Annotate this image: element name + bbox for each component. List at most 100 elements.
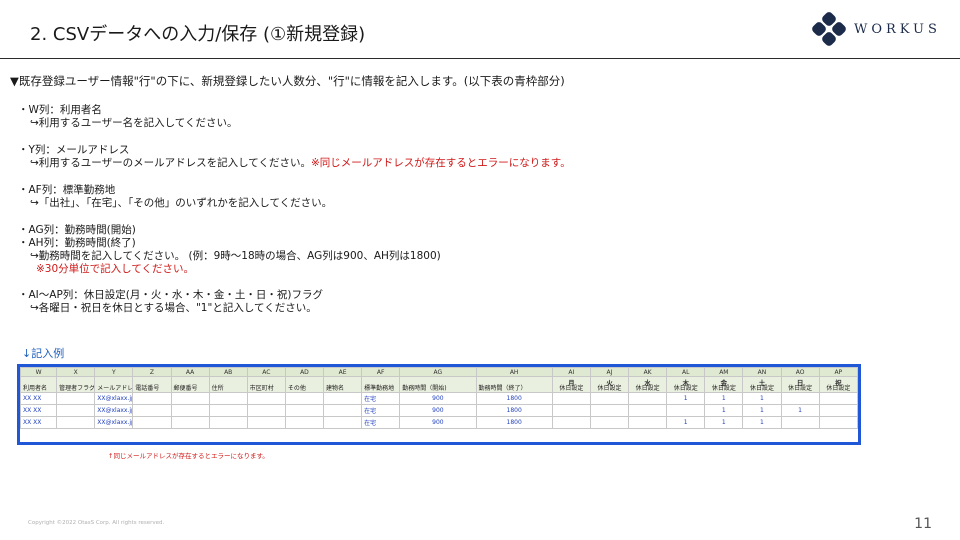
section-y: ・Y列：メールアドレス ↪利用するユーザーのメールアドレスを記入してください。※… (18, 144, 571, 170)
table-cell[interactable]: 1 (780, 404, 820, 417)
column-letter: AA (170, 367, 210, 377)
table-cell[interactable] (284, 404, 325, 417)
title-divider (0, 58, 960, 59)
copyright: Copyright ©2022 OtasS Corp. All rights r… (28, 520, 165, 526)
table-cell[interactable]: 1800 (475, 392, 553, 405)
header-cell: 市区町村 (246, 376, 286, 393)
table-cell[interactable] (818, 404, 858, 417)
table-cell[interactable]: 1 (704, 416, 744, 429)
table-cell[interactable] (551, 392, 591, 405)
table-cell[interactable] (666, 404, 706, 417)
table-cell[interactable] (208, 392, 248, 405)
table-cell[interactable] (284, 416, 325, 429)
table-cell[interactable] (780, 392, 820, 405)
table-cell[interactable] (628, 404, 668, 417)
table-cell[interactable] (132, 392, 172, 405)
header-label: 管理者フラグ (59, 385, 95, 392)
section-y-desc: ↪利用するユーザーのメールアドレスを記入してください。 (30, 157, 311, 169)
column-letter: AO (780, 367, 820, 377)
table-cell[interactable]: 在宅 (361, 416, 401, 429)
column-letter: AM (704, 367, 744, 377)
table-cell[interactable]: 1 (666, 392, 706, 405)
table-cell[interactable] (208, 404, 248, 417)
table-cell[interactable] (589, 392, 630, 405)
day-label: 火 (606, 379, 613, 387)
header-label: 建物名 (326, 385, 345, 392)
header-label: 勤務時間（開始) (402, 385, 447, 392)
table-cell[interactable] (818, 416, 858, 429)
table-cell[interactable]: 900 (399, 404, 477, 417)
duplicate-email-note: ↑同じメールアドレスが存在するとエラーになります。 (108, 452, 269, 460)
table-cell[interactable] (322, 392, 363, 405)
table-cell[interactable]: 1 (704, 404, 744, 417)
table-cell[interactable]: XX XX (20, 416, 58, 429)
table-cell[interactable]: 900 (399, 392, 477, 405)
table-cell[interactable]: 在宅 (361, 404, 401, 417)
column-letter: AH (475, 367, 553, 377)
table-cell[interactable]: XX@xlaxx.jp (94, 392, 134, 405)
table-cell[interactable] (780, 416, 820, 429)
table-cell[interactable] (818, 392, 858, 405)
table-cell[interactable] (56, 392, 96, 405)
header-label: メールアドレス (97, 385, 133, 392)
table-cell[interactable]: 1800 (475, 416, 553, 429)
table-cell[interactable]: 900 (399, 416, 477, 429)
header-cell: 月休日設定 (551, 376, 591, 393)
table-cell[interactable] (170, 392, 210, 405)
table-cell[interactable] (56, 416, 96, 429)
table-cell[interactable] (246, 392, 286, 405)
header-label: 郵便番号 (173, 385, 198, 392)
day-label: 金 (720, 379, 728, 387)
example-sheet-frame: W X Y Z AA AB AC AD AE AF AG AH AI AJ AK AL AM AN AO AP 利用者名… (17, 364, 861, 445)
header-label: 住所 (211, 385, 224, 392)
table-row: XX XX XX@xlaxx.jp 在宅 900 1800 1 1 1 (20, 404, 858, 417)
column-letter: AJ (589, 367, 630, 377)
section-ai: ・AI〜AP列：休日設定(月・火・水・木・金・土・日・祝)フラグ ↪各曜日・祝日… (18, 289, 323, 315)
table-cell[interactable]: 1 (666, 416, 706, 429)
table-cell[interactable] (56, 404, 96, 417)
table-cell[interactable] (246, 416, 286, 429)
header-cell: 木休日設定 (666, 376, 706, 393)
page-number: 11 (914, 516, 932, 532)
header-cell: メールアドレス (94, 376, 134, 393)
table-cell[interactable]: 1 (704, 392, 744, 405)
header-cell: 建物名 (322, 376, 363, 393)
table-cell[interactable]: XX@xlaxx.jp (94, 404, 134, 417)
table-cell[interactable] (589, 404, 630, 417)
table-cell[interactable]: 1 (742, 392, 782, 405)
column-letter: AL (666, 367, 706, 377)
table-cell[interactable] (589, 416, 630, 429)
column-letter: AD (284, 367, 325, 377)
table-cell[interactable]: 1800 (475, 404, 553, 417)
column-letter: AI (551, 367, 591, 377)
table-cell[interactable]: XX@xlaxx.jp (94, 416, 134, 429)
table-cell[interactable] (170, 404, 210, 417)
table-cell[interactable] (628, 392, 668, 405)
table-cell[interactable] (322, 416, 363, 429)
day-label: 月 (568, 379, 575, 387)
header-cell: 火休日設定 (589, 376, 630, 393)
table-cell[interactable] (132, 416, 172, 429)
table-cell[interactable] (208, 416, 248, 429)
table-cell[interactable] (132, 404, 172, 417)
header-label: 電話番号 (135, 385, 160, 392)
section-af-desc: ↪「出社」、「在宅」、「その他」のいずれかを記入してください。 (30, 197, 333, 209)
table-cell[interactable] (551, 416, 591, 429)
table-cell[interactable]: 1 (742, 404, 782, 417)
table-cell[interactable]: 1 (742, 416, 782, 429)
table-cell[interactable]: XX XX (20, 404, 58, 417)
header-cell: 土休日設定 (742, 376, 782, 393)
column-letter: AE (322, 367, 363, 377)
header-row: 利用者名 管理者フラグメールアドレス電話番号 郵便番号 住所 市区町村 その他 建物名 標準勤… (20, 376, 858, 393)
section-w-title: ・W列：利用者名 (18, 104, 102, 116)
table-cell[interactable] (246, 404, 286, 417)
table-cell[interactable] (170, 416, 210, 429)
table-cell[interactable]: XX XX (20, 392, 58, 405)
section-w: ・W列：利用者名 ↪利用するユーザー名を記入してください。 (18, 104, 237, 130)
table-cell[interactable] (628, 416, 668, 429)
table-cell[interactable] (322, 404, 363, 417)
table-cell[interactable]: 在宅 (361, 392, 401, 405)
table-cell[interactable] (551, 404, 591, 417)
table-cell[interactable] (284, 392, 325, 405)
header-cell: 標準勤務地 (361, 376, 401, 393)
